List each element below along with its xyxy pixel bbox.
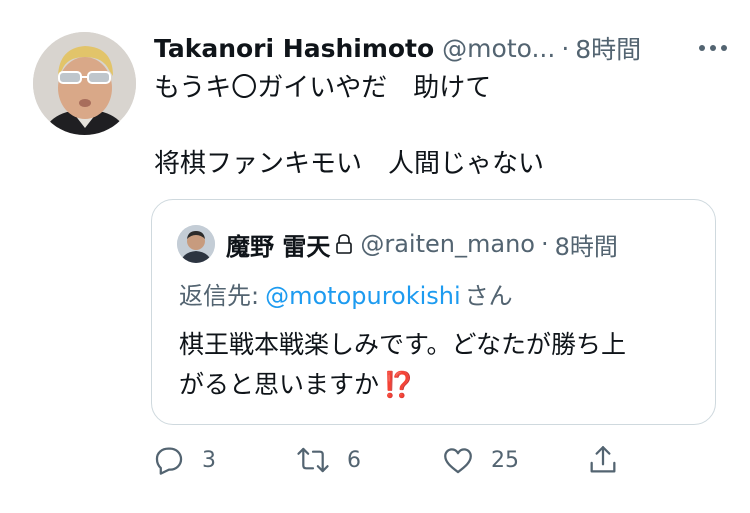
action-bar: 3 6 25	[152, 440, 632, 480]
reply-icon	[152, 443, 186, 477]
quote-author-avatar[interactable]	[177, 225, 215, 263]
quote-timestamp[interactable]: 8時間	[555, 227, 618, 262]
header-separator: ·	[561, 33, 570, 63]
tweet-header: Takanori Hashimoto @moto... · 8時間	[154, 30, 730, 66]
quote-author-handle[interactable]: @raiten_mano	[360, 230, 535, 258]
more-icon[interactable]	[696, 38, 730, 58]
lock-icon	[334, 233, 354, 255]
retweet-button[interactable]: 6	[295, 440, 361, 480]
author-avatar[interactable]	[33, 32, 136, 135]
share-icon	[586, 443, 620, 477]
reply-context: 返信先: @motopurokishi さん	[179, 280, 513, 312]
tweet-text-line-2: 将棋ファンキモい 人間じゃない	[154, 149, 545, 179]
quoted-tweet[interactable]: 魔野 雷天 @raiten_mano · 8時間 返信先: @motopuroki…	[151, 199, 716, 425]
retweet-count: 6	[347, 447, 361, 473]
reply-button[interactable]: 3	[152, 440, 216, 480]
quote-text: 棋王戦本戦楽しみです。どなたが勝ち上 がると思いますか ⁉️	[179, 325, 699, 405]
author-name[interactable]: Takanori Hashimoto	[154, 34, 434, 63]
share-button[interactable]	[586, 440, 620, 480]
reply-prefix: 返信先:	[179, 282, 260, 310]
quote-separator: ·	[540, 230, 549, 258]
quote-author-name[interactable]: 魔野 雷天	[226, 227, 330, 262]
like-button[interactable]: 25	[441, 440, 519, 480]
tweet-timestamp[interactable]: 8時間	[575, 30, 641, 66]
quote-header: 魔野 雷天 @raiten_mano · 8時間	[226, 227, 618, 261]
retweet-icon	[295, 443, 331, 477]
tweet-text-line-1: もうキ〇ガイいやだ 助けて	[154, 73, 492, 103]
reply-suffix: さん	[464, 282, 513, 310]
like-count: 25	[491, 447, 519, 473]
exclamation-question-emoji: ⁉️	[383, 370, 415, 399]
quote-text-line-2: がると思いますか	[179, 370, 380, 399]
like-icon	[441, 443, 475, 477]
author-handle[interactable]: @moto...	[442, 34, 555, 63]
quote-text-line-1: 棋王戦本戦楽しみです。どなたが勝ち上	[179, 330, 627, 359]
tweet[interactable]: Takanori Hashimoto @moto... · 8時間 もうキ〇ガイ…	[0, 0, 750, 513]
reply-mention-link[interactable]: @motopurokishi	[265, 282, 461, 310]
reply-count: 3	[202, 447, 216, 473]
